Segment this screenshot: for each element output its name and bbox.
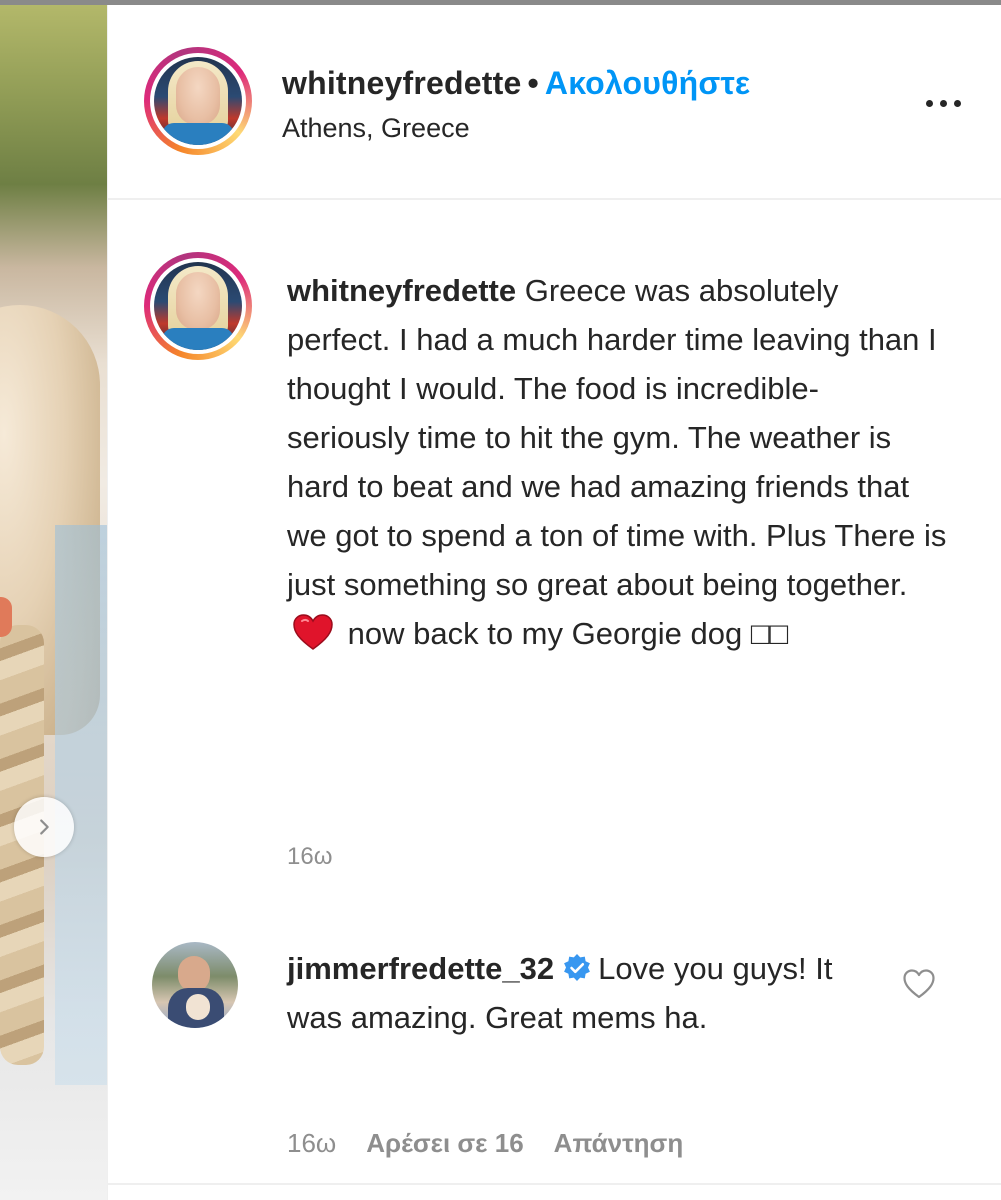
post-photo[interactable] — [0, 5, 107, 1200]
caption-timestamp[interactable]: 16ω — [287, 843, 332, 871]
instagram-post-view: whitneyfredette • Ακολουθήστε Athens, Gree… — [0, 0, 1001, 1200]
more-options-button[interactable] — [926, 91, 976, 115]
next-photo-button[interactable] — [14, 797, 74, 857]
photo-ear — [0, 597, 12, 637]
header-username-link[interactable]: whitneyfredette — [282, 65, 521, 101]
avatar-child — [186, 994, 210, 1020]
header-divider — [108, 198, 1001, 200]
commenter-avatar[interactable] — [152, 942, 238, 1028]
heart-emoji-icon — [293, 614, 333, 650]
author-avatar[interactable] — [144, 47, 252, 155]
chevron-right-icon — [40, 819, 49, 835]
avatar-person-head — [178, 956, 210, 992]
caption-text: Greece was absolutely perfect. I had a m… — [287, 273, 947, 602]
more-horizontal-icon — [926, 99, 933, 107]
comments-bottom-divider — [108, 1183, 1001, 1185]
heart-outline-icon[interactable] — [902, 968, 936, 1000]
caption-text-continued: now back to my Georgie dog □□ — [347, 616, 789, 651]
header-separator: • — [527, 65, 539, 101]
comment-timestamp[interactable]: 16ω — [287, 1128, 336, 1159]
post-caption: whitneyfredette Greece was absolutely pe… — [287, 266, 947, 658]
avatar-image — [154, 262, 242, 350]
avatar-face — [176, 272, 220, 330]
avatar-inner-ring — [150, 258, 246, 354]
post-header: whitneyfredette • Ακολουθήστε Athens, Gree… — [108, 5, 1001, 198]
comment-likes-count[interactable]: Αρέσει σε 16 — [366, 1128, 523, 1159]
caption-username-link[interactable]: whitneyfredette — [287, 273, 516, 308]
follow-button[interactable]: Ακολουθήστε — [545, 65, 750, 101]
caption-author-avatar[interactable] — [144, 252, 252, 360]
comment: jimmerfredette_32 Love you guys! It was … — [287, 944, 887, 1042]
avatar-shirt — [162, 328, 234, 350]
avatar-image — [154, 57, 242, 145]
avatar-shirt — [162, 123, 234, 145]
comment-username-link[interactable]: jimmerfredette_32 — [287, 951, 554, 986]
more-dot — [954, 99, 961, 107]
reply-button[interactable]: Απάντηση — [554, 1128, 684, 1159]
verified-badge-icon — [564, 954, 590, 981]
avatar-face — [176, 67, 220, 125]
header-username-row: whitneyfredette • Ακολουθήστε — [282, 65, 750, 102]
more-dot — [940, 99, 947, 107]
avatar-inner-ring — [150, 53, 246, 149]
location-link[interactable]: Athens, Greece — [282, 113, 470, 144]
comment-meta: 16ω Αρέσει σε 16 Απάντηση — [287, 1128, 683, 1159]
